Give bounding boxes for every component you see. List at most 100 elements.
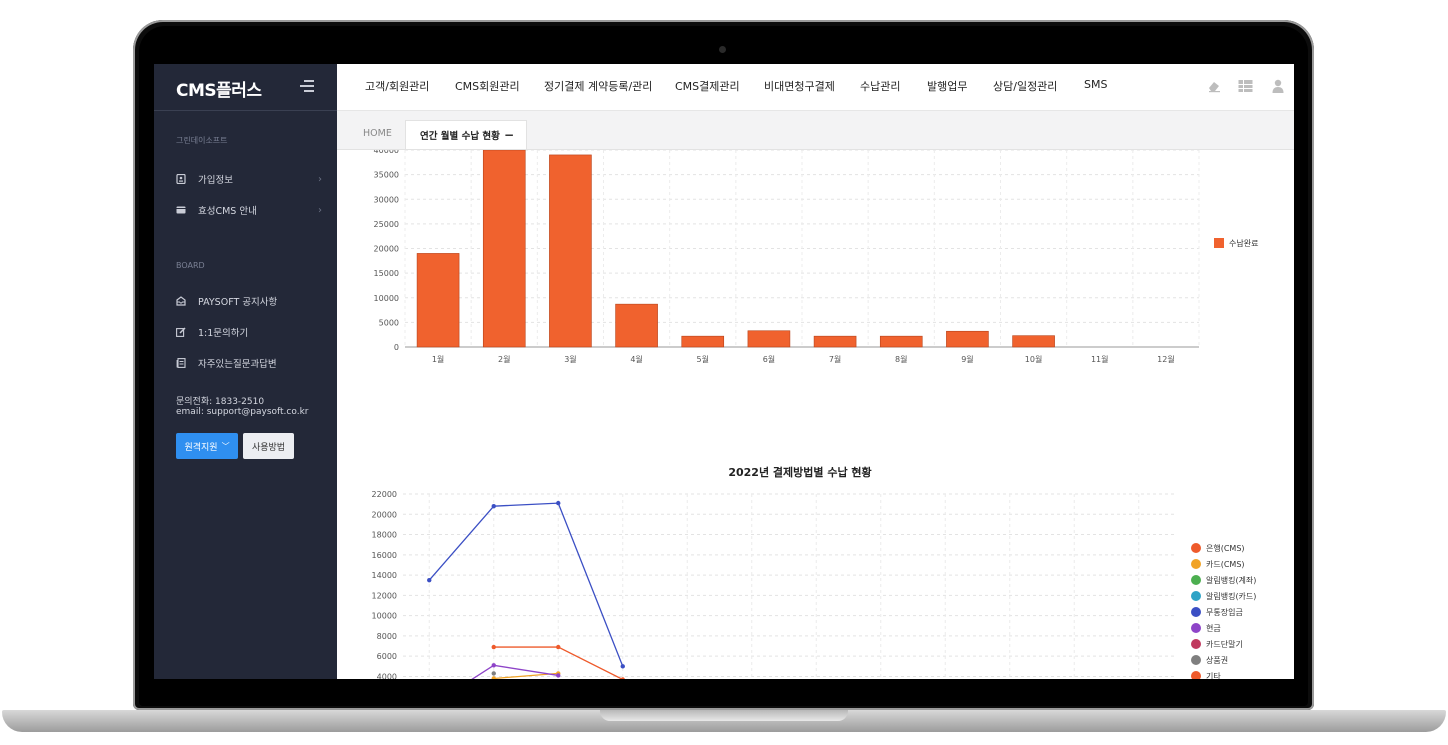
table-view-icon[interactable] xyxy=(1238,78,1253,92)
nav-item-contactless-billing[interactable]: 비대면청구결제 xyxy=(764,78,835,94)
tab-home[interactable]: HOME xyxy=(363,128,392,139)
charts-panel: 0 5000 10000 15000 20000 25000 30000 35000 40000… xyxy=(337,150,1294,679)
bar-x-tick-label: 12월 xyxy=(1157,354,1175,364)
chevron-down-icon: ﹀ xyxy=(221,441,230,451)
bar-6 xyxy=(747,330,791,348)
bar-x-tick-label: 8월 xyxy=(895,354,907,364)
contact-phone: 문의전화: 1833-2510 xyxy=(176,397,265,407)
nav-item-issuance[interactable]: 발행업무 xyxy=(927,78,967,94)
manual-button[interactable]: 사용방법 xyxy=(243,433,294,459)
line-legend-swatch xyxy=(1191,623,1201,633)
series-point-5 xyxy=(491,503,496,509)
bar-x-tick-label: 9월 xyxy=(961,354,973,364)
nav-item-consult-schedule[interactable]: 상담/일정관리 xyxy=(993,78,1057,94)
bar-1 xyxy=(416,253,460,348)
sidebar-item-label: 자주있는질문과답변 xyxy=(198,359,277,370)
series-point-6 xyxy=(556,673,561,678)
laptop-notch xyxy=(600,710,848,721)
bar-legend-swatch xyxy=(1214,238,1224,248)
bar-x-tick-label: 4월 xyxy=(630,354,642,364)
eraser-icon[interactable] xyxy=(1207,78,1221,93)
series-point-1 xyxy=(491,644,496,650)
edit-icon xyxy=(176,327,186,337)
series-line-5 xyxy=(428,502,624,667)
bar-x-tick-label: 5월 xyxy=(697,354,709,364)
line-legend-label: 알림뱅킹(계좌) xyxy=(1206,575,1256,585)
sidebar-item-cms-guide[interactable]: 효성CMS 안내 › xyxy=(176,201,322,219)
menu-toggle-icon[interactable] xyxy=(300,80,314,92)
nav-item-sms[interactable]: SMS xyxy=(1084,78,1107,91)
series-point-6 xyxy=(491,663,496,668)
line-legend-swatch xyxy=(1191,543,1201,553)
sidebar-item-faq[interactable]: 자주있는질문과답변 xyxy=(176,354,322,372)
sidebar: CMS플러스 그린데이소프트 가입정보 › 효성CMS 안내 › BOARD P… xyxy=(154,64,337,679)
sidebar-item-label: 1:1문의하기 xyxy=(198,328,249,339)
bar-y-tick-label: 30000 xyxy=(374,195,399,204)
bar-10 xyxy=(1012,335,1055,348)
tab-label: 연간 월별 수납 현황 xyxy=(420,131,500,142)
line-y-tick-label: 22000 xyxy=(372,490,397,499)
line-legend-label: 상품권 xyxy=(1206,655,1228,665)
line-y-tick-label: 4000 xyxy=(377,672,397,679)
sidebar-item-inquiry[interactable]: 1:1문의하기 xyxy=(176,323,322,341)
bar-8 xyxy=(879,335,923,348)
line-legend-swatch xyxy=(1191,607,1201,617)
bar-2 xyxy=(482,150,526,348)
sidebar-item-label: 효성CMS 안내 xyxy=(198,206,257,217)
line-legend-swatch xyxy=(1191,575,1201,585)
app-screen: CMS플러스 그린데이소프트 가입정보 › 효성CMS 안내 › BOARD P… xyxy=(154,64,1294,679)
line-legend-label: 알림뱅킹(카드) xyxy=(1206,591,1256,601)
bar-x-tick-label: 11월 xyxy=(1091,354,1109,364)
line-legend-label: 현금 xyxy=(1206,624,1221,633)
line-y-tick-label: 10000 xyxy=(372,612,397,621)
tab-bar: HOME 연간 월별 수납 현황 − xyxy=(337,111,1294,150)
bar-x-tick-label: 6월 xyxy=(763,354,775,364)
nav-item-cms-payments[interactable]: CMS결제관리 xyxy=(675,78,740,94)
bar-x-tick-label: 7월 xyxy=(829,354,841,364)
line-y-tick-label: 6000 xyxy=(377,652,397,661)
webcam xyxy=(719,46,726,53)
sidebar-item-notice[interactable]: PAYSOFT 공지사항 xyxy=(176,292,322,310)
nav-item-recurring-contracts[interactable]: 정기결제 계약등록/관리 xyxy=(544,78,652,94)
line-legend-label: 은행(CMS) xyxy=(1206,543,1245,553)
bar-9 xyxy=(946,330,989,348)
series-point-8 xyxy=(491,671,496,676)
line-legend-label: 기타 xyxy=(1206,672,1221,679)
remote-support-button[interactable]: 원격지원 ﹀ xyxy=(176,433,238,459)
bar-3 xyxy=(549,154,592,348)
app-logo[interactable]: CMS플러스 xyxy=(176,76,262,101)
bar-4 xyxy=(615,303,658,348)
wallet-icon xyxy=(176,205,186,215)
line-legend-swatch xyxy=(1191,591,1201,601)
bar-legend-label: 수납완료 xyxy=(1229,239,1258,248)
bar-x-tick-label: 3월 xyxy=(564,354,576,364)
user-icon[interactable] xyxy=(1271,78,1285,93)
series-point-5 xyxy=(620,664,625,669)
document-icon xyxy=(176,358,186,368)
sidebar-item-membership[interactable]: 가입정보 › xyxy=(176,170,322,188)
close-tab-icon[interactable]: − xyxy=(504,128,514,142)
series-point-1 xyxy=(556,644,561,650)
bar-x-tick-label: 10월 xyxy=(1025,354,1043,364)
line-y-tick-label: 14000 xyxy=(372,571,397,580)
sidebar-item-label: 가입정보 xyxy=(198,175,233,186)
chevron-right-icon: › xyxy=(318,204,322,216)
bar-y-tick-label: 25000 xyxy=(374,220,399,229)
bar-x-tick-label: 2월 xyxy=(498,354,510,364)
nav-item-customers[interactable]: 고객/회원관리 xyxy=(365,78,429,94)
line-y-tick-label: 18000 xyxy=(372,531,397,540)
bar-x-tick-label: 1월 xyxy=(432,354,444,364)
remote-support-label: 원격지원 xyxy=(184,442,218,453)
line-legend-label: 카드단말기 xyxy=(1206,639,1243,649)
nav-item-cms-members[interactable]: CMS회원관리 xyxy=(455,78,520,94)
series-point-5 xyxy=(556,500,561,506)
line-y-tick-label: 8000 xyxy=(377,632,397,641)
bar-y-tick-label: 15000 xyxy=(374,269,399,278)
nav-item-receipts[interactable]: 수납관리 xyxy=(860,78,900,94)
inbox-icon xyxy=(176,296,186,306)
tab-annual-monthly-receipts[interactable]: 연간 월별 수납 현황 − xyxy=(405,120,527,149)
bar-y-tick-label: 20000 xyxy=(374,245,399,254)
bar-y-tick-label: 10000 xyxy=(374,294,399,303)
series-point-1 xyxy=(620,677,625,679)
line-y-tick-label: 12000 xyxy=(372,591,397,600)
